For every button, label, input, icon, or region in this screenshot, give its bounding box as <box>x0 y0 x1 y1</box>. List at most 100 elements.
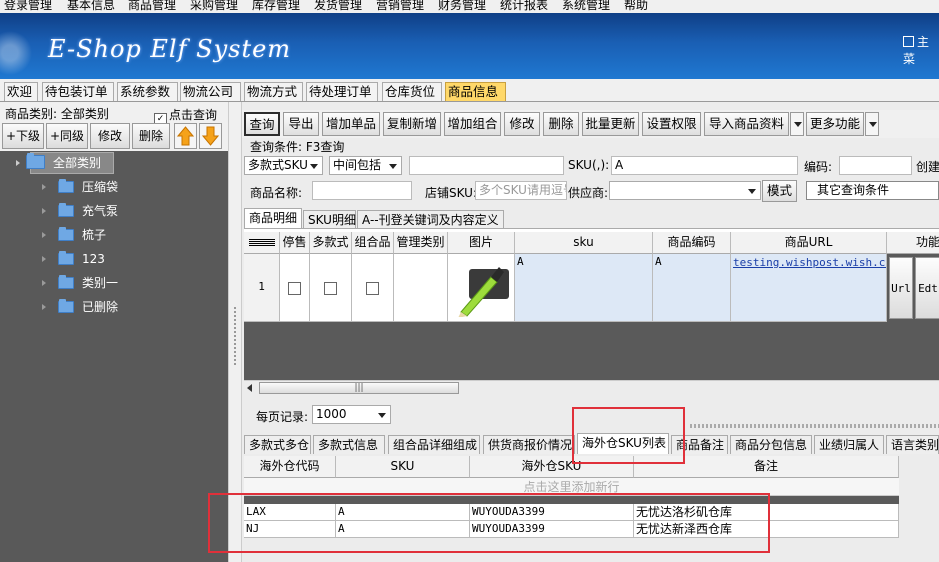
overseas-sku-cell[interactable]: WUYOUDA3399 <box>470 521 634 538</box>
col-header-mgmt-category[interactable]: 管理类别 <box>394 232 448 254</box>
home-link[interactable]: 主菜 <box>903 33 939 67</box>
add-single-button[interactable]: 增加单品 <box>322 112 380 136</box>
add-child-button[interactable]: +下级 <box>2 123 44 149</box>
other-query-field[interactable]: 其它查询条件 <box>806 181 939 200</box>
tab-welcome[interactable]: 欢迎 <box>4 82 38 101</box>
edit-category-button[interactable]: 修改 <box>90 123 130 149</box>
col-header-warehouse-code[interactable]: 海外仓代码 <box>244 456 336 478</box>
menu-product[interactable]: 商品管理 <box>128 0 176 13</box>
col-header-product-url[interactable]: 商品URL <box>731 232 887 254</box>
tab-overseas-sku-list[interactable]: 海外仓SKU列表 <box>577 433 669 454</box>
add-combo-button[interactable]: 增加组合 <box>444 112 501 136</box>
tab-listing-keywords[interactable]: A--刊登关键词及内容定义 <box>357 210 504 229</box>
more-functions-button[interactable]: 更多功能 <box>806 112 864 136</box>
expand-icon[interactable] <box>42 304 46 310</box>
edit-button[interactable]: 修改 <box>504 112 540 136</box>
col-header-combo[interactable]: 组合品 <box>352 232 394 254</box>
tree-root[interactable]: 全部类别 <box>16 153 101 173</box>
tab-product-info[interactable]: 商品信息 <box>445 82 506 101</box>
overseas-sku-cell[interactable]: WUYOUDA3399 <box>470 504 634 521</box>
code-input[interactable] <box>839 156 912 175</box>
expand-icon[interactable] <box>42 256 46 262</box>
sku-input[interactable]: A <box>611 156 798 175</box>
product-name-input[interactable] <box>312 181 412 200</box>
row-selector-header[interactable] <box>244 232 280 254</box>
tab-warehouse-location[interactable]: 仓库货位 <box>382 82 442 101</box>
col-header-sku[interactable]: sku <box>515 232 653 254</box>
tree-item[interactable]: 类别一 <box>42 273 118 293</box>
col-header-notes[interactable]: 备注 <box>634 456 899 478</box>
expand-icon[interactable] <box>42 208 46 214</box>
import-product-button[interactable]: 导入商品资料 <box>704 112 789 136</box>
warehouse-code-cell[interactable]: NJ <box>244 521 336 538</box>
tab-supplier-quotes[interactable]: 供货商报价情况 <box>483 435 575 454</box>
menu-shipping[interactable]: 发货管理 <box>314 0 362 13</box>
scroll-left-icon[interactable] <box>247 384 252 392</box>
move-down-button[interactable] <box>199 123 222 149</box>
tab-product-detail[interactable]: 商品明细 <box>244 208 302 229</box>
menu-purchase[interactable]: 采购管理 <box>190 0 238 13</box>
tree-item[interactable]: 充气泵 <box>42 201 118 221</box>
query-text-input[interactable] <box>409 156 564 175</box>
menu-marketing[interactable]: 营销管理 <box>376 0 424 13</box>
multi-style-select[interactable]: 多款式SKU <box>244 156 323 175</box>
splitter-grip[interactable] <box>234 307 236 367</box>
supplier-select[interactable] <box>609 181 761 200</box>
menu-finance[interactable]: 财务管理 <box>438 0 486 13</box>
expand-icon[interactable] <box>16 160 20 166</box>
product-url-link[interactable]: testing.wishpost.wish.com <box>733 256 886 269</box>
menu-system[interactable]: 系统管理 <box>562 0 610 13</box>
tab-pending-orders[interactable]: 待处理订单 <box>306 82 378 101</box>
expand-icon[interactable] <box>42 232 46 238</box>
tab-product-notes[interactable]: 商品备注 <box>671 435 728 454</box>
menu-reports[interactable]: 统计报表 <box>500 0 548 13</box>
menu-inventory[interactable]: 库存管理 <box>252 0 300 13</box>
tab-multi-style-multi-warehouse[interactable]: 多款式多仓 <box>244 435 311 454</box>
scrollbar-thumb[interactable]: ||| <box>259 382 459 394</box>
col-header-stop-sale[interactable]: 停售 <box>280 232 310 254</box>
query-button[interactable]: 查询 <box>244 112 280 136</box>
splitter-grip-horizontal[interactable] <box>690 424 939 428</box>
tab-system-params[interactable]: 系统参数 <box>117 82 178 101</box>
col-header-sku[interactable]: SKU <box>336 456 470 478</box>
store-sku-input[interactable]: 多个SKU请用逗号 <box>475 181 567 200</box>
tree-item[interactable]: 已删除 <box>42 297 118 317</box>
tab-language-category[interactable]: 语言类别 <box>886 435 939 454</box>
col-header-image[interactable]: 图片 <box>448 232 515 254</box>
col-header-overseas-sku[interactable]: 海外仓SKU <box>470 456 634 478</box>
tree-item[interactable]: 梳子 <box>42 225 106 245</box>
stop-sale-checkbox[interactable] <box>288 282 301 295</box>
more-functions-dropdown[interactable] <box>865 112 879 136</box>
tab-logistics-company[interactable]: 物流公司 <box>180 82 241 101</box>
tree-item[interactable]: 123 <box>42 249 105 269</box>
tab-pending-pack[interactable]: 待包装订单 <box>42 82 114 101</box>
expand-icon[interactable] <box>42 184 46 190</box>
delete-category-button[interactable]: 删除 <box>132 123 170 149</box>
product-code-cell[interactable]: A <box>653 254 731 322</box>
add-new-row[interactable]: 点击这里添加新行 <box>244 478 899 496</box>
sku-cell[interactable]: A <box>336 521 470 538</box>
sku-cell[interactable]: A <box>515 254 653 322</box>
import-dropdown[interactable] <box>790 112 804 136</box>
tab-sku-detail[interactable]: SKU明细 <box>303 210 356 229</box>
delete-button[interactable]: 删除 <box>543 112 579 136</box>
move-up-button[interactable] <box>174 123 197 149</box>
tab-performance-owner[interactable]: 业绩归属人 <box>814 435 884 454</box>
menu-help[interactable]: 帮助 <box>624 0 648 13</box>
horizontal-scrollbar[interactable]: ||| <box>244 380 939 395</box>
tab-multi-style-info[interactable]: 多款式信息 <box>313 435 385 454</box>
copy-new-button[interactable]: 复制新增 <box>383 112 441 136</box>
tab-logistics-method[interactable]: 物流方式 <box>244 82 303 101</box>
batch-update-button[interactable]: 批量更新 <box>582 112 639 136</box>
expand-icon[interactable] <box>42 280 46 286</box>
col-header-multi-style[interactable]: 多款式 <box>310 232 352 254</box>
per-page-select[interactable]: 1000 <box>312 405 391 424</box>
combo-checkbox[interactable] <box>366 282 379 295</box>
sku-cell[interactable]: A <box>336 504 470 521</box>
match-mode-select[interactable]: 中间包括 <box>329 156 402 175</box>
panel-splitter[interactable] <box>228 102 242 562</box>
tab-combo-detail[interactable]: 组合品详细组成 <box>388 435 480 454</box>
warehouse-code-cell[interactable]: LAX <box>244 504 336 521</box>
col-header-functions[interactable]: 功能 <box>887 232 939 254</box>
mode-button[interactable]: 模式 <box>762 180 797 202</box>
